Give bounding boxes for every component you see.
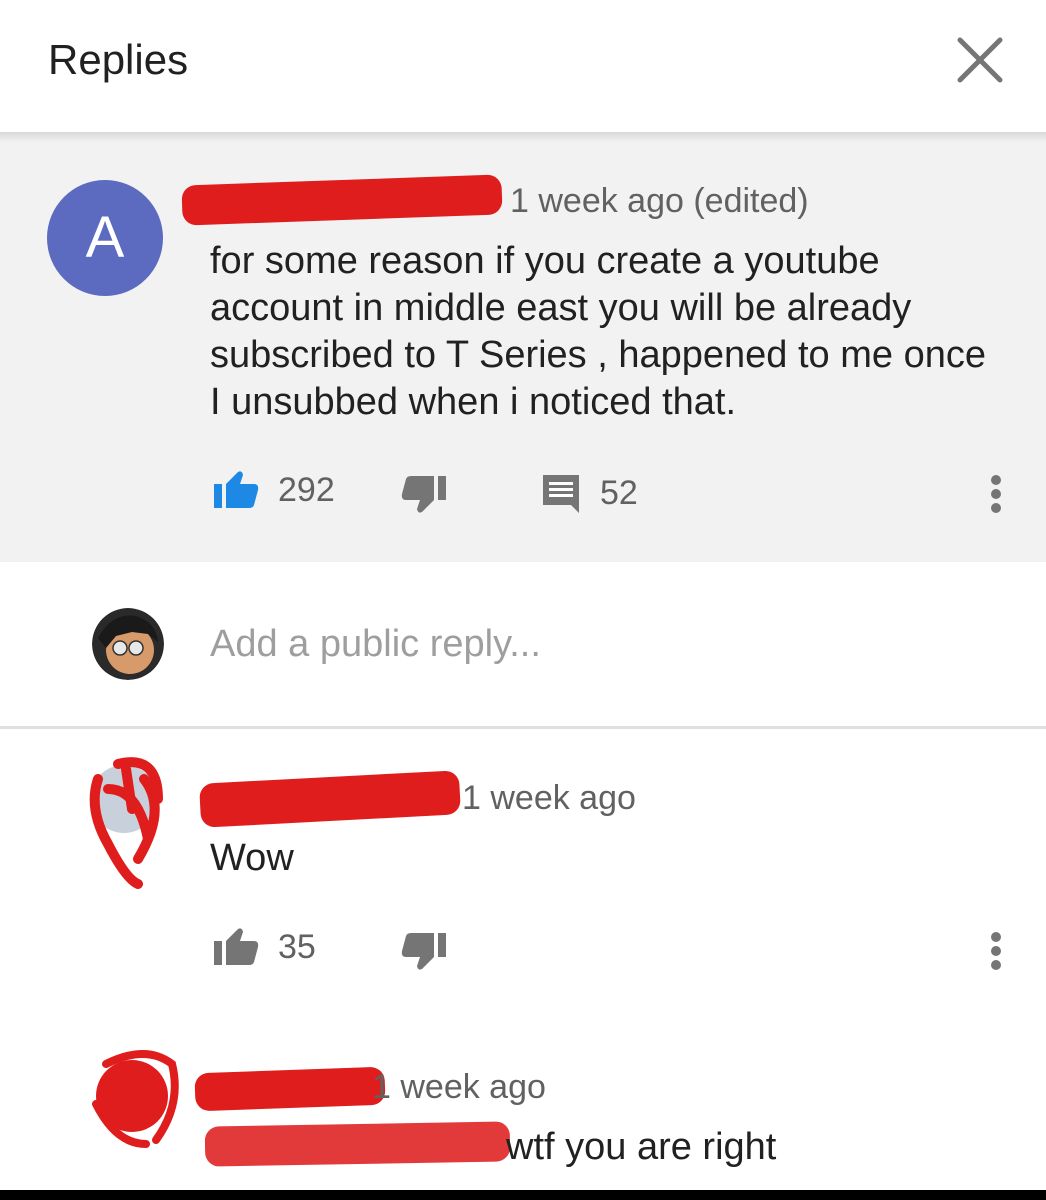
thumbs-up-icon xyxy=(214,928,259,965)
reply-text: wtf you are right xyxy=(506,1126,777,1168)
current-user-avatar xyxy=(92,608,164,680)
reply-timestamp: 1 week ago xyxy=(462,779,636,817)
dislike-button[interactable] xyxy=(400,931,448,971)
comment-text: for some reason if you create a youtube … xyxy=(210,240,986,423)
like-count: 35 xyxy=(278,927,316,966)
user-avatar-icon xyxy=(92,608,164,680)
reply-input[interactable] xyxy=(210,614,970,674)
redacted-text xyxy=(204,1121,511,1167)
parent-comment: A 1 week ago (edited) for some reason if… xyxy=(0,142,1046,562)
avatar[interactable]: A xyxy=(47,180,163,296)
like-button[interactable]: 35 xyxy=(212,927,316,967)
replies-panel: Replies A 1 week ago (edited) for some r… xyxy=(0,0,1046,1190)
redacted-avatar xyxy=(89,757,163,889)
more-vert-icon xyxy=(991,932,1001,970)
redacted-username xyxy=(199,770,461,828)
redacted-avatar xyxy=(92,1050,179,1148)
reply-text: Wow xyxy=(210,837,294,879)
thumbs-up-icon xyxy=(214,471,259,508)
comment-icon xyxy=(543,475,579,513)
view-replies-button[interactable]: 52 xyxy=(540,472,638,514)
more-vert-icon xyxy=(991,475,1001,513)
replies-header: Replies xyxy=(0,0,1046,132)
header-shadow xyxy=(0,132,1046,142)
reply-composer xyxy=(0,562,1046,726)
screen-bottom-edge xyxy=(0,1190,1046,1200)
reply-item: 1 week ago Wow 35 xyxy=(0,729,1046,1029)
reply-timestamp: 1 week ago xyxy=(372,1068,546,1106)
panel-title: Replies xyxy=(48,36,189,83)
close-button[interactable] xyxy=(950,30,1010,90)
like-button[interactable]: 292 xyxy=(212,470,335,510)
dislike-button[interactable] xyxy=(400,474,448,514)
more-options-button[interactable] xyxy=(981,921,1011,981)
close-icon xyxy=(957,37,1003,83)
thumbs-down-icon xyxy=(401,476,446,513)
thumbs-down-icon xyxy=(401,933,446,970)
redacted-username xyxy=(194,1066,386,1112)
reply-item: 1 week ago wtf you are right xyxy=(0,1040,1046,1190)
redacted-username xyxy=(181,174,503,226)
more-options-button[interactable] xyxy=(981,464,1011,524)
like-count: 292 xyxy=(278,470,335,509)
reply-count: 52 xyxy=(600,473,638,512)
comment-timestamp: 1 week ago (edited) xyxy=(510,182,809,220)
